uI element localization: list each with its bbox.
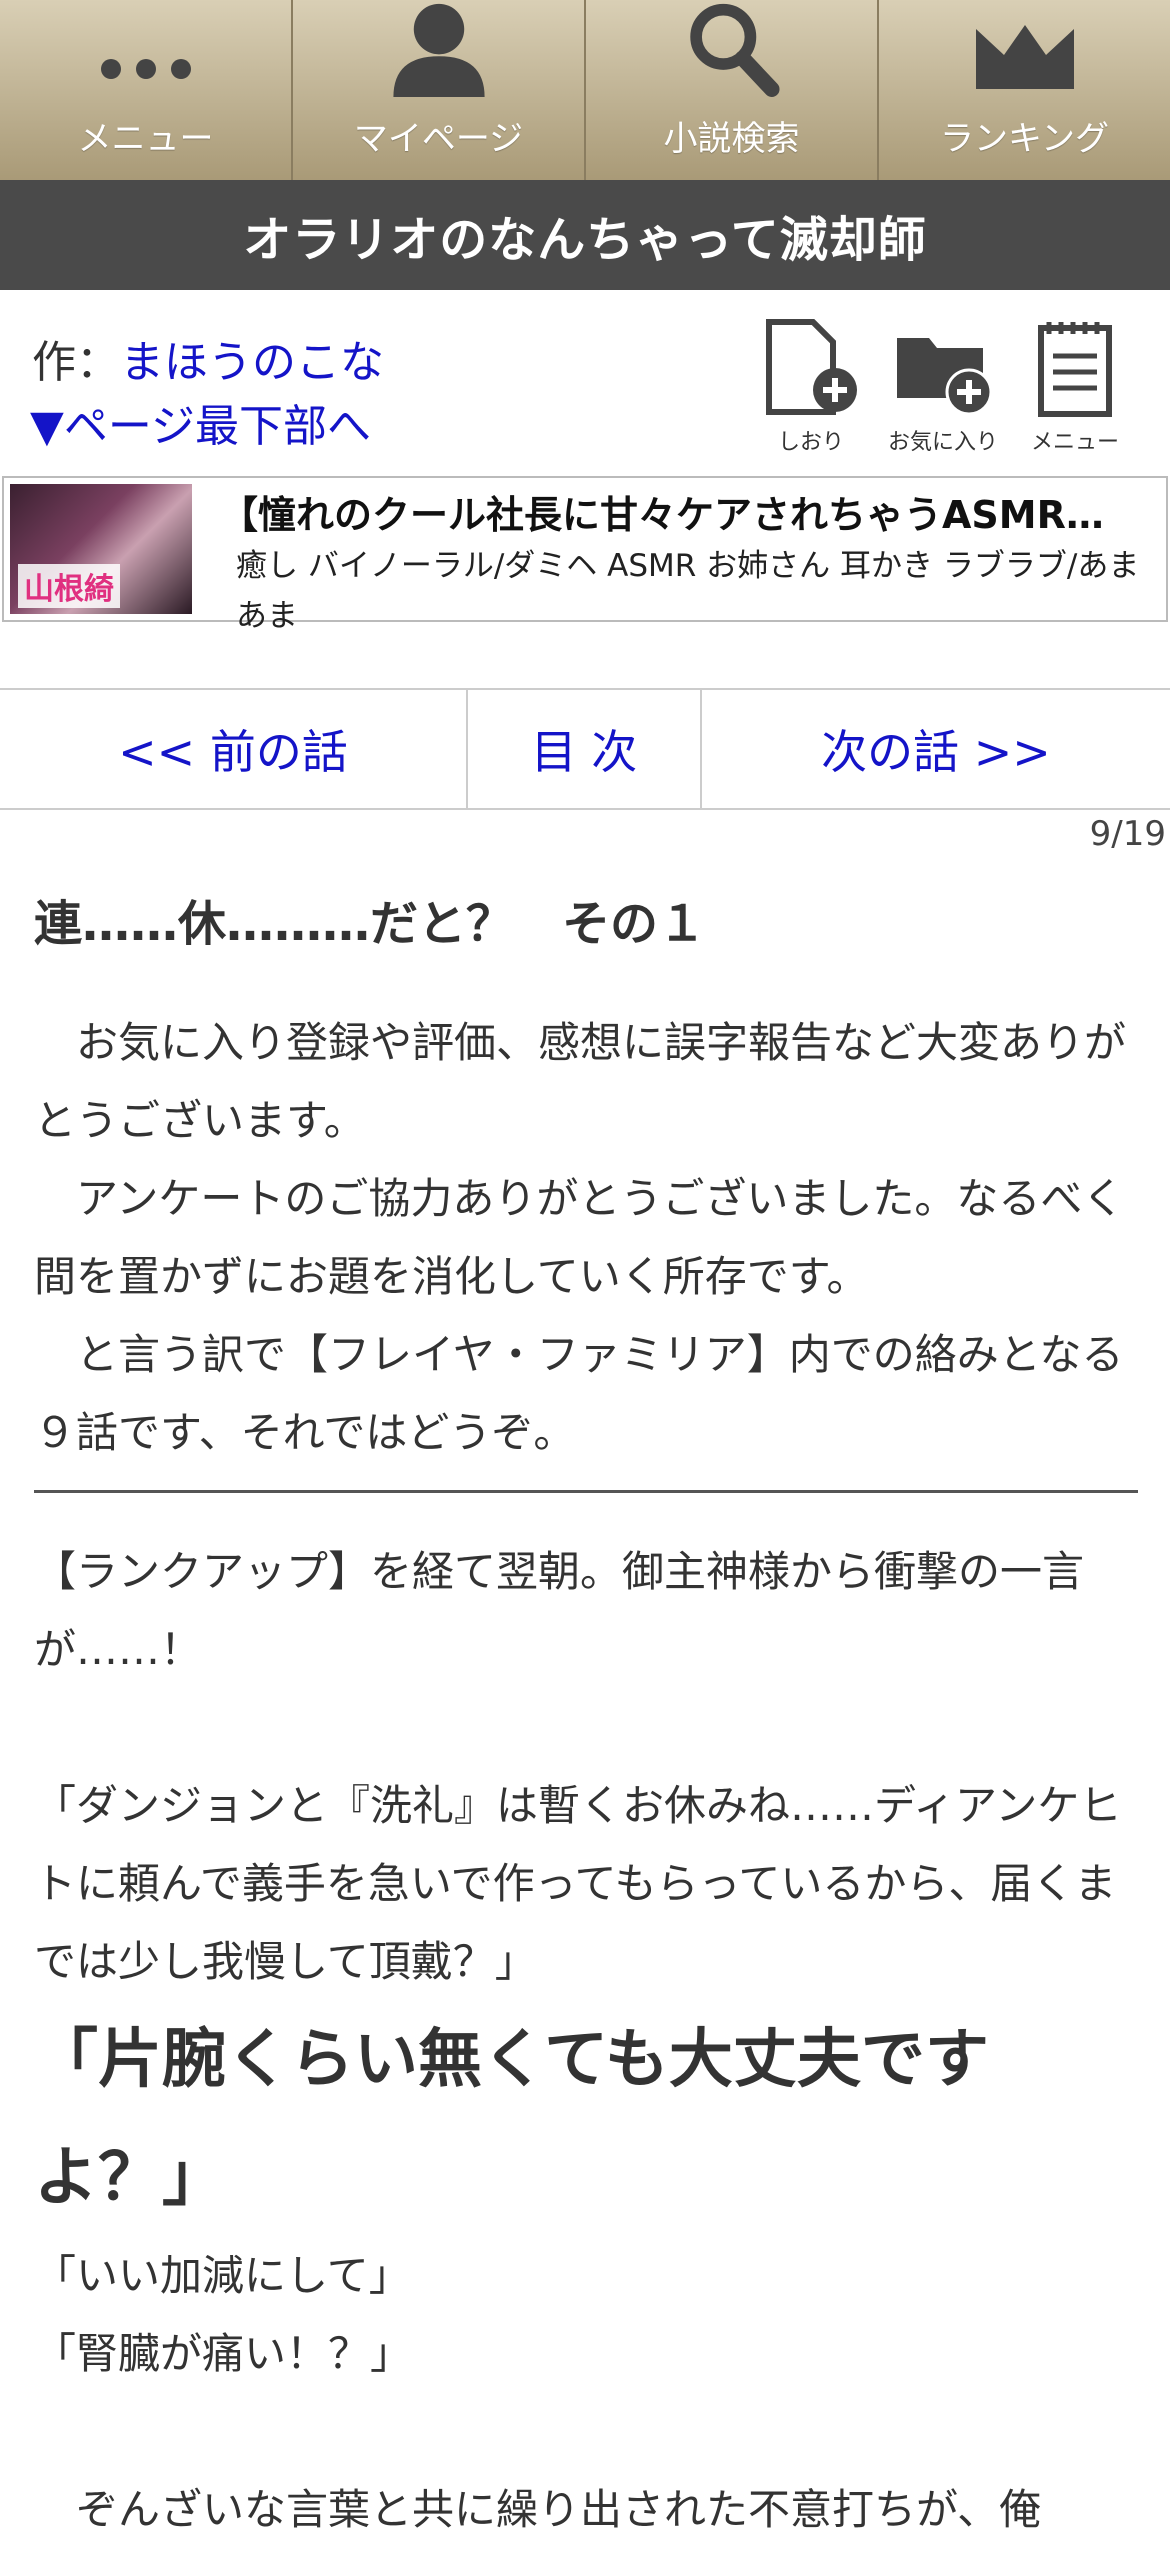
author-line: 作：まほうのこな [32, 326, 384, 390]
ad-thumbnail: 山根綺 [10, 484, 192, 614]
toolbar: しおり お気に入り メニュー [756, 318, 1130, 456]
favorite-label: お気に入り [888, 430, 999, 455]
user-icon [392, 3, 485, 97]
notepad-icon [1038, 322, 1112, 417]
ad-banner[interactable]: 山根綺 【憧れのクール社長に甘々ケアされちゃうASMR… 癒し バイノーラル/ダ… [2, 476, 1168, 634]
nav-mypage-label: マイページ [353, 119, 524, 159]
bookmark-button[interactable]: しおり [756, 318, 866, 456]
nav-ranking[interactable]: ランキング [879, 0, 1170, 180]
chapter-body: 【ランクアップ】を経て翌朝。御主神様から衝撃の一言が……！ 「ダンジョンと『洗礼… [34, 1533, 1138, 2549]
chapter-navigation: << 前の話 目 次 次の話 >> [0, 688, 1170, 810]
nav-ranking-label: ランキング [940, 119, 1109, 159]
page-counter: 9/19 [1089, 814, 1166, 854]
nav-search-label: 小説検索 [663, 119, 800, 159]
chapter-title: 連……休………だと？ その１ [34, 896, 707, 952]
crown-icon [975, 25, 1074, 89]
next-chapter-link[interactable]: 次の話 >> [702, 690, 1170, 808]
jump-to-bottom-link[interactable]: ▼ページ最下部へ [30, 390, 371, 454]
search-icon [689, 3, 780, 97]
preface-paragraph: お気に入り登録や評価、感想に誤字報告など大変ありがとうございます。 [34, 1018, 1127, 1145]
preface: お気に入り登録や評価、感想に誤字報告など大変ありがとうございます。 アンケートの… [34, 1004, 1138, 1493]
preface-paragraph: アンケートのご協力ありがとうございました。なるべく間を置かずにお題を消化していく… [34, 1174, 1125, 1301]
top-navigation: メニュー マイページ 小説検索 ランキング [0, 0, 1170, 180]
nav-menu-label: メニュー [77, 119, 214, 159]
nav-mypage[interactable]: マイページ [293, 0, 586, 180]
preface-paragraph: と言う訳で【フレイヤ・ファミリア】内での絡みとなる９話です、それではどうぞ。 [34, 1330, 1124, 1457]
body-paragraph: 【ランクアップ】を経て翌朝。御主神様から衝撃の一言が……！ [34, 1547, 1085, 1674]
ad-thumbnail-text: 山根綺 [18, 564, 120, 608]
body-paragraph: 「いい加減にして」 [34, 2251, 411, 2300]
novel-meta: 作：まほうのこな ▼ページ最下部へ しおり お気に入り メニュー [0, 290, 1170, 476]
favorite-button[interactable]: お気に入り [888, 318, 998, 456]
ad-title: 【憧れのクール社長に甘々ケアされちゃうASMR… [220, 493, 1104, 537]
nav-search[interactable]: 小説検索 [586, 0, 879, 180]
bookmark-add-icon [766, 319, 857, 415]
menu-tool-button[interactable]: メニュー [1020, 318, 1130, 456]
dots-icon [100, 59, 191, 79]
ad-text: 【憧れのクール社長に甘々ケアされちゃうASMR… 癒し バイノーラル/ダミヘ A… [220, 478, 1166, 641]
body-paragraph: 「腎臓が痛い！？」 [34, 2329, 413, 2378]
body-paragraph: ぞんざいな言葉と共に繰り出された不意打ちが、俺 [34, 2485, 1042, 2534]
novel-title: オラリオのなんちゃって滅却師 [0, 180, 1170, 290]
prev-chapter-link[interactable]: << 前の話 [0, 690, 468, 808]
favorite-folder-icon [897, 338, 993, 416]
author-prefix: 作： [32, 337, 120, 388]
body-emphasis: 「片腕くらい無くても大丈夫ですよ？」 [34, 2023, 989, 2215]
table-of-contents-link[interactable]: 目 次 [468, 690, 702, 808]
author-link[interactable]: まほうのこな [120, 337, 384, 388]
menu-tool-label: メニュー [1030, 430, 1119, 455]
nav-menu[interactable]: メニュー [0, 0, 293, 180]
bookmark-label: しおり [777, 430, 844, 455]
ad-tags: 癒し バイノーラル/ダミヘ ASMR お姉さん 耳かき ラブラブ/あまあま [236, 548, 1140, 634]
body-paragraph: 「ダンジョンと『洗礼』は暫くお休みね……ディアンケヒトに頼んで義手を急いで作って… [34, 1781, 1122, 1986]
